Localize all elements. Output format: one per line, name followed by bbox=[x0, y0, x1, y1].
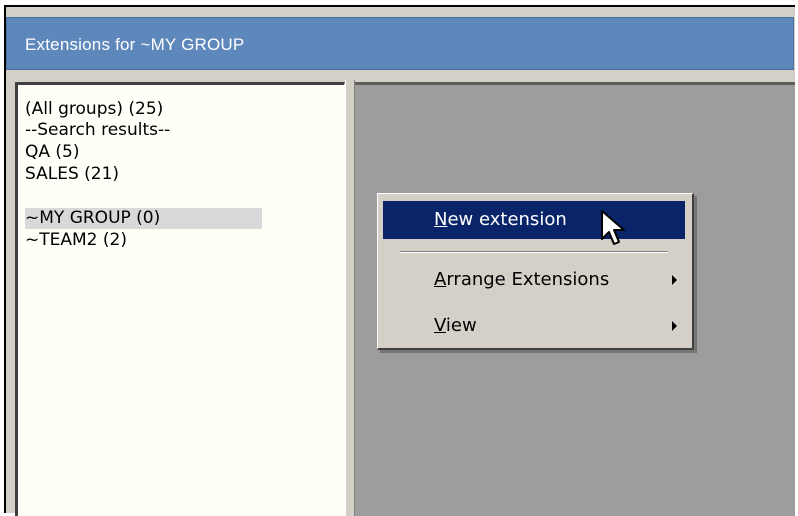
mouse-pointer-icon bbox=[601, 210, 625, 245]
group-item-team2[interactable]: ~TEAM2 (2) bbox=[25, 230, 131, 251]
menu-separator bbox=[400, 251, 668, 253]
menu-item-arrange-extensions[interactable]: Arrange Extensions bbox=[383, 261, 685, 299]
menu-item-label: Arrange Extensions bbox=[434, 269, 610, 290]
group-item-all[interactable]: (All groups) (25) bbox=[25, 99, 167, 120]
group-item-search-results[interactable]: --Search results-- bbox=[25, 120, 174, 141]
menu-item-label: New extension bbox=[434, 209, 567, 230]
group-item-my-group[interactable]: ~MY GROUP (0) bbox=[25, 208, 262, 229]
submenu-arrow-icon bbox=[672, 321, 677, 331]
window-title: Extensions for ~MY GROUP bbox=[25, 35, 245, 54]
context-menu: New extension Arrange Extensions View bbox=[377, 193, 694, 350]
menu-item-label: View bbox=[434, 315, 477, 336]
menu-item-view[interactable]: View bbox=[383, 307, 685, 345]
group-item-qa[interactable]: QA (5) bbox=[25, 142, 84, 163]
menu-item-new-extension[interactable]: New extension bbox=[383, 201, 685, 239]
group-item-sales[interactable]: SALES (21) bbox=[25, 164, 123, 185]
pane-splitter[interactable] bbox=[345, 80, 355, 516]
title-bar: Extensions for ~MY GROUP bbox=[6, 17, 794, 70]
groups-list[interactable]: (All groups) (25) --Search results-- QA … bbox=[15, 82, 345, 516]
submenu-arrow-icon bbox=[672, 275, 677, 285]
